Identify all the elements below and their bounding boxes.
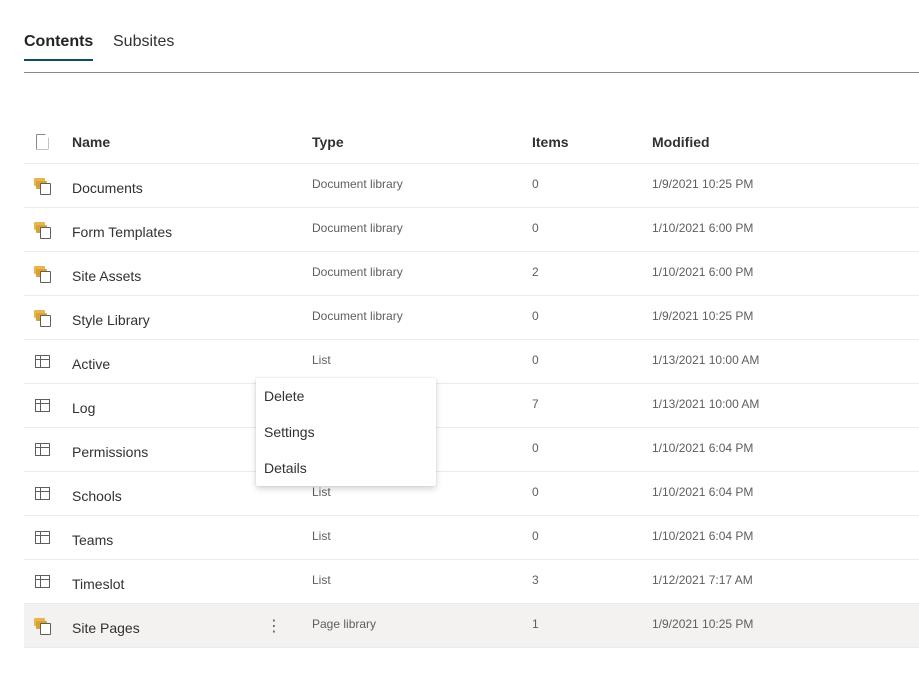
row-modified: 1/12/2021 7:17 AM <box>652 572 753 587</box>
row-name-link[interactable]: Teams <box>72 518 113 561</box>
row-icon-cell <box>24 208 60 251</box>
tab-contents[interactable]: Contents <box>24 32 94 61</box>
library-icon-part <box>39 271 51 283</box>
row-icon-cell <box>24 560 60 603</box>
row-modified: 1/9/2021 10:25 PM <box>652 616 754 631</box>
row-modified: 1/9/2021 10:25 PM <box>652 176 754 191</box>
document-library-icon <box>33 222 51 239</box>
row-items-count: 1 <box>532 616 539 631</box>
context-menu: Delete Settings Details <box>256 378 436 486</box>
row-modified: 1/9/2021 10:25 PM <box>652 308 754 323</box>
document-library-icon <box>33 310 51 327</box>
row-modified: 1/10/2021 6:04 PM <box>652 528 754 543</box>
row-name-link[interactable]: Log <box>72 386 95 429</box>
list-icon <box>34 443 50 456</box>
tab-bar: Contents Subsites <box>24 0 919 73</box>
table-row[interactable]: Site Assets Document library 2 1/10/2021 6:… <box>24 252 919 296</box>
items-column-header[interactable]: Items <box>532 120 569 163</box>
row-type: Document library <box>312 220 403 235</box>
settings-menu-item[interactable]: Settings <box>256 414 436 450</box>
table-row[interactable]: Timeslot List 3 1/12/2021 7:17 AM <box>24 560 919 604</box>
row-name-link[interactable]: Active <box>72 342 110 385</box>
table-row[interactable]: Style Library Document library 0 1/9/2021 1… <box>24 296 919 340</box>
row-name-link[interactable]: Permissions <box>72 430 148 473</box>
list-icon <box>34 531 50 544</box>
row-type: List <box>312 572 331 587</box>
library-icon-part <box>39 183 51 195</box>
more-options-icon[interactable]: ⋮ <box>264 604 284 647</box>
row-type: Document library <box>312 176 403 191</box>
table-row[interactable]: Documents Document library 0 1/9/2021 10:25… <box>24 164 919 208</box>
document-library-icon <box>33 266 51 283</box>
row-icon-cell <box>24 472 60 515</box>
table-row[interactable]: Site Pages ⋮ Page library 1 1/9/2021 10:25 P… <box>24 604 919 648</box>
library-icon-part <box>39 315 51 327</box>
library-icon-part <box>39 227 51 239</box>
row-icon-cell <box>24 516 60 559</box>
row-modified: 1/10/2021 6:04 PM <box>652 440 754 455</box>
table-row[interactable]: Form Templates Document library 0 1/10/2021… <box>24 208 919 252</box>
row-name-link[interactable]: Schools <box>72 474 122 517</box>
table-row[interactable]: Schools List 0 1/10/2021 6:04 PM <box>24 472 919 516</box>
row-name-link[interactable]: Documents <box>72 166 143 209</box>
row-icon-cell <box>24 428 60 471</box>
list-icon <box>34 575 50 588</box>
row-type: Document library <box>312 264 403 279</box>
row-items-count: 0 <box>532 220 539 235</box>
table-row[interactable]: Active List 0 1/13/2021 10:00 AM <box>24 340 919 384</box>
list-icon <box>34 355 50 368</box>
row-items-count: 0 <box>532 440 539 455</box>
document-library-icon <box>33 618 51 635</box>
row-modified: 1/13/2021 10:00 AM <box>652 352 760 367</box>
row-modified: 1/10/2021 6:00 PM <box>652 264 754 279</box>
table-row[interactable]: Teams List 0 1/10/2021 6:04 PM <box>24 516 919 560</box>
row-name-link[interactable]: Timeslot <box>72 562 124 605</box>
row-items-count: 0 <box>532 308 539 323</box>
row-modified: 1/13/2021 10:00 AM <box>652 396 760 411</box>
site-contents-table: Name Type Items Modified Documents Docume… <box>24 120 919 648</box>
row-name-link[interactable]: Style Library <box>72 298 150 341</box>
row-icon-cell <box>24 340 60 383</box>
library-icon-part <box>39 623 51 635</box>
table-row[interactable]: LogList71/13/2021 10:00 AM <box>24 384 919 428</box>
row-icon-cell <box>24 252 60 295</box>
row-name-link[interactable]: Site Pages <box>72 606 140 649</box>
list-icon <box>34 487 50 500</box>
row-items-count: 3 <box>532 572 539 587</box>
row-items-count: 0 <box>532 528 539 543</box>
table-header-row: Name Type Items Modified <box>24 120 919 164</box>
file-type-header[interactable] <box>24 120 60 163</box>
row-type: List <box>312 352 331 367</box>
row-items-count: 0 <box>532 484 539 499</box>
row-type: Page library <box>312 616 377 631</box>
delete-menu-item[interactable]: Delete <box>256 378 436 414</box>
document-icon <box>35 133 49 150</box>
table-row[interactable]: PermissionsList01/10/2021 6:04 PM <box>24 428 919 472</box>
row-icon-cell <box>24 164 60 207</box>
row-items-count: 0 <box>532 352 539 367</box>
document-library-icon <box>33 178 51 195</box>
row-icon-cell <box>24 384 60 427</box>
details-menu-item[interactable]: Details <box>256 450 436 486</box>
name-column-header[interactable]: Name <box>72 120 110 163</box>
tab-subsites[interactable]: Subsites <box>113 32 174 52</box>
row-name-link[interactable]: Site Assets <box>72 254 141 297</box>
list-icon <box>34 399 50 412</box>
row-modified: 1/10/2021 6:00 PM <box>652 220 754 235</box>
row-type: List <box>312 528 331 543</box>
row-items-count: 0 <box>532 176 539 191</box>
row-items-count: 2 <box>532 264 539 279</box>
row-type: Document library <box>312 308 403 323</box>
row-name-link[interactable]: Form Templates <box>72 210 172 253</box>
row-icon-cell <box>24 604 60 647</box>
row-items-count: 7 <box>532 396 539 411</box>
modified-column-header[interactable]: Modified <box>652 120 710 163</box>
row-modified: 1/10/2021 6:04 PM <box>652 484 754 499</box>
type-column-header[interactable]: Type <box>312 120 344 163</box>
row-icon-cell <box>24 296 60 339</box>
